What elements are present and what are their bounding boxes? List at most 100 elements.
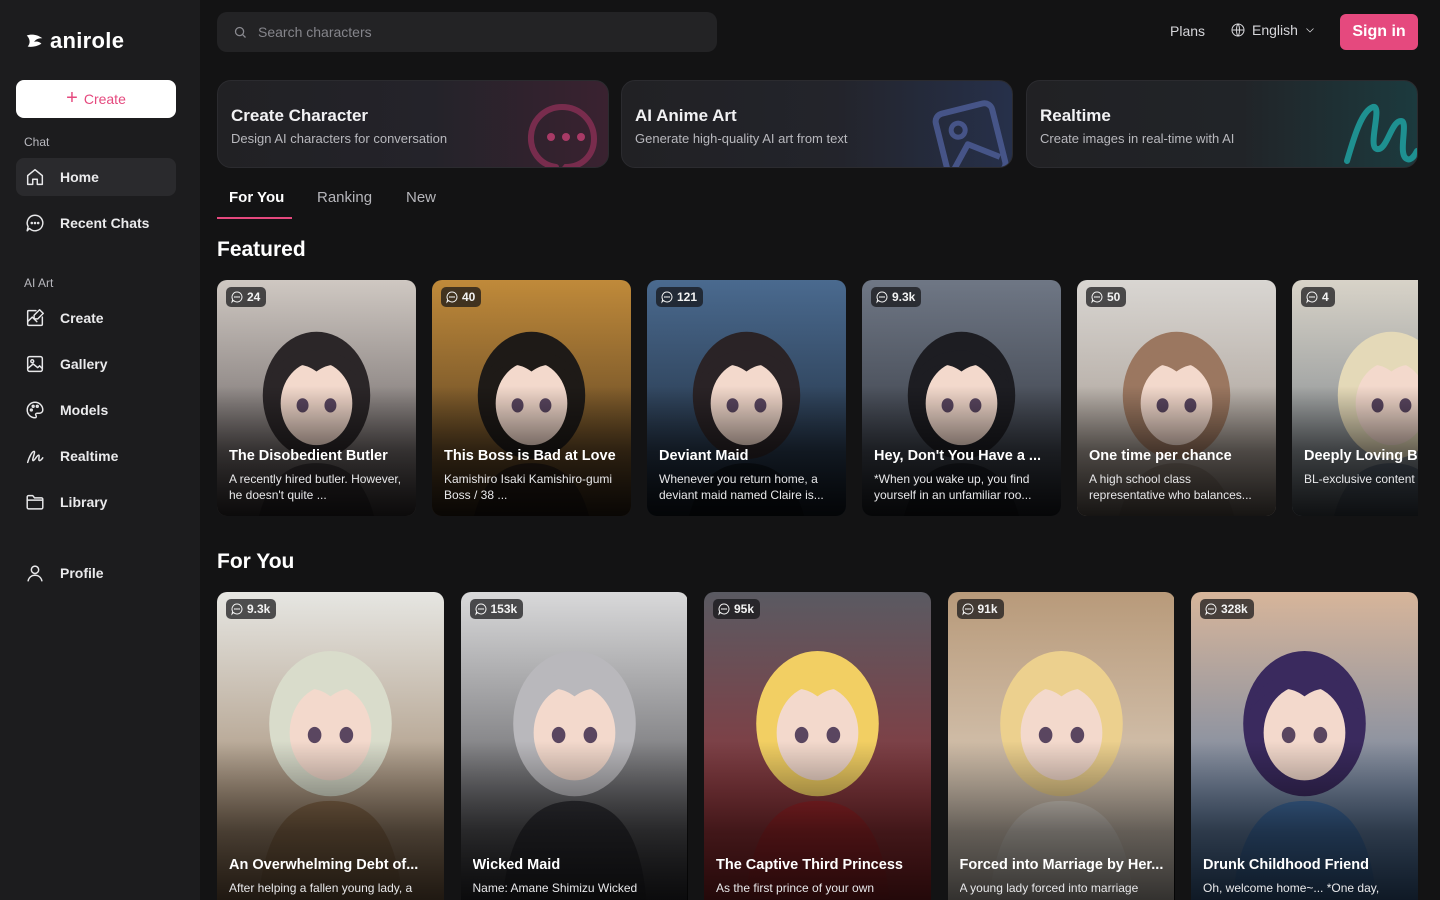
- sign-in-button[interactable]: Sign in: [1340, 14, 1418, 50]
- character-description: After helping a fallen young lady, a: [229, 881, 413, 895]
- character-card[interactable]: 40 This Boss is Bad at Love Kamishiro Is…: [432, 280, 631, 516]
- scribble-icon: [1344, 104, 1417, 164]
- sidebar-item-home[interactable]: Home: [16, 158, 176, 196]
- character-name: Drunk Childhood Friend: [1203, 857, 1369, 873]
- chat-bubble-icon: [1306, 291, 1318, 304]
- sidebar-item-label: Create: [60, 310, 104, 326]
- chat-bubble-icon: [231, 603, 243, 616]
- character-description: Kamishiro Isaki Kamishiro-gumi Boss / 38…: [444, 472, 613, 502]
- character-card[interactable]: 91k Forced into Marriage by Her... A you…: [947, 592, 1175, 900]
- chat-count-badge: 153k: [469, 599, 524, 619]
- plus-icon: +: [66, 87, 78, 109]
- feature-card-create-character[interactable]: Create Character Design AI characters fo…: [217, 80, 609, 168]
- for-you-grid: 9.3k An Overwhelming Debt of... After he…: [217, 592, 1418, 900]
- character-name: An Overwhelming Debt of...: [229, 857, 419, 873]
- sidebar-item-profile[interactable]: Profile: [16, 554, 176, 592]
- chevron-down-icon: [1306, 28, 1314, 33]
- character-name: This Boss is Bad at Love: [444, 448, 616, 464]
- image-icon: [26, 355, 44, 373]
- search-input[interactable]: [258, 24, 678, 40]
- character-description: A high school class representative who b…: [1089, 472, 1252, 502]
- chat-count: 328k: [1221, 602, 1248, 616]
- palette-icon: [26, 401, 44, 419]
- sidebar-item-recent-chats[interactable]: Recent Chats: [16, 204, 176, 242]
- chat-count: 9.3k: [892, 290, 916, 304]
- card-gradient-overlay: [460, 740, 688, 900]
- sidebar-item-models[interactable]: Models: [16, 391, 176, 429]
- feature-title: AI Anime Art: [635, 106, 737, 125]
- chat-bubble-icon: [1205, 603, 1217, 616]
- character-card[interactable]: 24 The Disobedient Butler A recently hir…: [217, 280, 416, 516]
- sidebar-item-gallery[interactable]: Gallery: [16, 345, 176, 383]
- chat-count: 95k: [734, 602, 755, 616]
- chat-bubble-icon: [661, 291, 673, 304]
- sidebar-item-label: Models: [60, 402, 109, 418]
- language-selector[interactable]: English: [1230, 22, 1316, 38]
- character-description: Name: Amane Shimizu Wicked: [472, 881, 638, 895]
- character-description: A recently hired butler. However, he doe…: [229, 472, 402, 502]
- feature-description: Generate high-quality AI art from text: [635, 131, 848, 146]
- sidebar-item-create[interactable]: Create: [16, 299, 176, 337]
- chat-bubble-icon: [1091, 291, 1103, 304]
- brand-logo[interactable]: anirole: [24, 28, 124, 54]
- sidebar-item-label: Profile: [60, 565, 104, 581]
- character-card[interactable]: 328k Drunk Childhood Friend Oh, welcome …: [1191, 592, 1418, 900]
- feature-card-realtime[interactable]: Realtime Create images in real-time with…: [1026, 80, 1418, 168]
- card-gradient-overlay: [947, 740, 1175, 900]
- sidebar-item-library[interactable]: Library: [16, 483, 176, 521]
- character-description: *When you wake up, you find yourself in …: [874, 472, 1032, 502]
- chat-count-badge: 95k: [713, 599, 761, 619]
- chat-count-badge: 91k: [956, 599, 1004, 619]
- chat-bubble-icon: [446, 291, 458, 304]
- chat-count: 40: [462, 290, 476, 304]
- globe-icon: [1231, 23, 1245, 37]
- create-button[interactable]: + Create: [16, 80, 176, 118]
- character-name: Deviant Maid: [659, 448, 749, 464]
- chat-bubble-icon: [961, 603, 973, 616]
- character-name: Deeply Loving Bo: [1304, 448, 1418, 464]
- tab-for-you[interactable]: For You: [229, 189, 284, 206]
- character-card[interactable]: 4 Deeply Loving Bo BL-exclusive content …: [1292, 280, 1418, 516]
- user-icon: [27, 565, 43, 582]
- chat-bubble-icon: [876, 291, 888, 304]
- home-icon: [26, 168, 44, 186]
- featured-heading: Featured: [217, 238, 306, 261]
- character-card[interactable]: 153k Wicked Maid Name: Amane Shimizu Wic…: [460, 592, 688, 900]
- chat-count-badge: 50: [1086, 287, 1127, 307]
- feature-card-ai-anime-art[interactable]: AI Anime Art Generate high-quality AI ar…: [621, 80, 1013, 168]
- chat-count: 9.3k: [247, 602, 271, 616]
- feature-description: Create images in real-time with AI: [1040, 131, 1235, 146]
- character-card[interactable]: 95k The Captive Third Princess As the fi…: [704, 592, 931, 900]
- edit-image-icon: [26, 309, 44, 327]
- chat-bubble-icon: [231, 291, 243, 304]
- chat-bubble-icon: [26, 214, 44, 232]
- character-name: The Disobedient Butler: [229, 448, 388, 464]
- character-card[interactable]: 121 Deviant Maid Whenever you return hom…: [647, 280, 846, 516]
- sidebar-item-label: Recent Chats: [60, 215, 150, 231]
- character-name: One time per chance: [1089, 448, 1232, 464]
- section-label-ai-art: AI Art: [24, 276, 54, 290]
- chat-count-badge: 40: [441, 287, 482, 307]
- character-card[interactable]: 9.3k An Overwhelming Debt of... After he…: [217, 592, 444, 900]
- sidebar-item-label: Home: [60, 169, 99, 185]
- feature-title: Realtime: [1040, 106, 1111, 125]
- character-description: A young lady forced into marriage: [959, 881, 1139, 895]
- sidebar-item-realtime[interactable]: Realtime: [16, 437, 176, 475]
- character-name: Wicked Maid: [472, 857, 561, 873]
- chat-bubble-icon: [718, 603, 730, 616]
- brand-name: anirole: [50, 28, 125, 53]
- language-label: English: [1252, 22, 1298, 38]
- character-name: The Captive Third Princess: [716, 857, 903, 873]
- chat-dots-icon: [527, 103, 598, 167]
- sidebar-item-label: Realtime: [60, 448, 119, 464]
- character-description: Oh, welcome home~... *One day,: [1203, 881, 1380, 895]
- tab-ranking[interactable]: Ranking: [317, 189, 372, 206]
- search-bar[interactable]: [217, 12, 717, 52]
- chat-count: 91k: [977, 602, 998, 616]
- plans-link[interactable]: Plans: [1170, 23, 1205, 39]
- character-card[interactable]: 50 One time per chance A high school cla…: [1077, 280, 1276, 516]
- character-card[interactable]: 9.3k Hey, Don't You Have a ... *When you…: [862, 280, 1061, 516]
- tab-new[interactable]: New: [406, 189, 436, 206]
- character-description: Whenever you return home, a deviant maid…: [659, 472, 824, 502]
- image-frame-icon: [932, 100, 1009, 167]
